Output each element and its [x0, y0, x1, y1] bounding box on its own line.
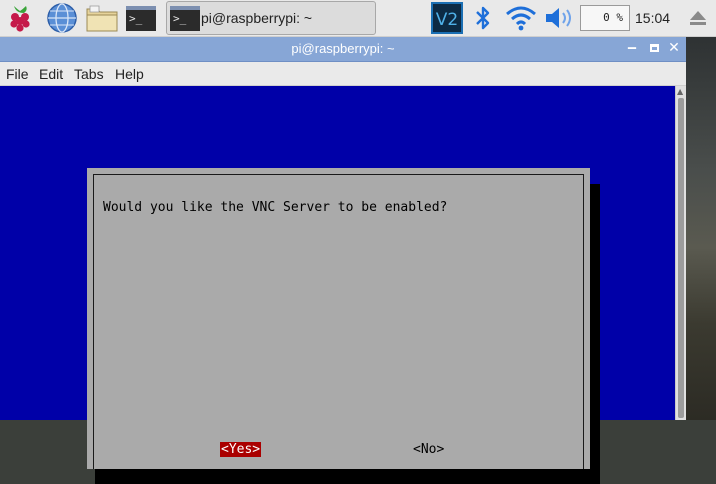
volume-icon [546, 8, 571, 28]
menu-bar: File Edit Tabs Help [0, 62, 686, 86]
menu-file[interactable]: File [6, 66, 29, 82]
raspberry-menu-icon [10, 6, 30, 32]
no-button[interactable]: <No> [413, 442, 444, 457]
terminal-launcher-button[interactable]: >_ [124, 2, 158, 34]
raspberry-menu-button[interactable] [4, 2, 36, 34]
terminal-icon: >_ [126, 5, 156, 31]
scrollbar[interactable]: ▲ [675, 86, 686, 420]
vnc-server-button[interactable]: V2 [430, 2, 464, 34]
volume-button[interactable] [542, 2, 576, 34]
vnc-icon-text: V2 [436, 10, 458, 30]
file-manager-button[interactable] [84, 2, 120, 34]
wifi-icon [506, 6, 536, 31]
web-browser-icon [47, 3, 77, 33]
top-panel: >_ >_ pi@raspberrypi: ~ V2 0 % 15:04 [0, 0, 716, 37]
web-browser-button[interactable] [44, 2, 80, 34]
window-title: pi@raspberrypi: ~ [291, 41, 395, 56]
eject-button[interactable] [684, 2, 712, 34]
scroll-up-arrow-icon[interactable]: ▲ [677, 87, 683, 96]
close-button[interactable]: ✕ [666, 40, 682, 56]
clock[interactable]: 15:04 [635, 10, 670, 26]
wifi-button[interactable] [504, 2, 538, 34]
dialog-question: Would you like the VNC Server to be enab… [103, 200, 448, 215]
file-manager-icon [86, 5, 118, 32]
terminal-window: pi@raspberrypi: ~ ‒ ✕ File Edit Tabs Hel… [0, 37, 686, 484]
cpu-usage-monitor[interactable]: 0 % [580, 5, 630, 31]
vnc-icon: V2 [431, 2, 463, 34]
minimize-button[interactable]: ‒ [624, 40, 640, 56]
terminal-icon: >_ [170, 6, 200, 31]
taskbar-window-label: pi@raspberrypi: ~ [201, 10, 313, 26]
menu-tabs[interactable]: Tabs [74, 66, 104, 82]
maximize-button[interactable] [646, 40, 662, 56]
dialog-frame [93, 174, 584, 469]
bluetooth-button[interactable] [472, 2, 494, 34]
bluetooth-icon [476, 6, 490, 30]
yes-button[interactable]: <Yes> [220, 442, 262, 457]
desktop-wallpaper [686, 37, 716, 420]
window-titlebar[interactable]: pi@raspberrypi: ~ ‒ ✕ [0, 37, 686, 62]
menu-help[interactable]: Help [115, 66, 144, 82]
taskbar-terminal-window[interactable]: >_ pi@raspberrypi: ~ [166, 1, 376, 35]
vnc-dialog: Would you like the VNC Server to be enab… [87, 168, 590, 469]
scrollbar-thumb[interactable] [678, 98, 684, 418]
terminal-area[interactable]: Would you like the VNC Server to be enab… [0, 86, 675, 484]
menu-edit[interactable]: Edit [39, 66, 63, 82]
eject-icon [690, 11, 706, 25]
